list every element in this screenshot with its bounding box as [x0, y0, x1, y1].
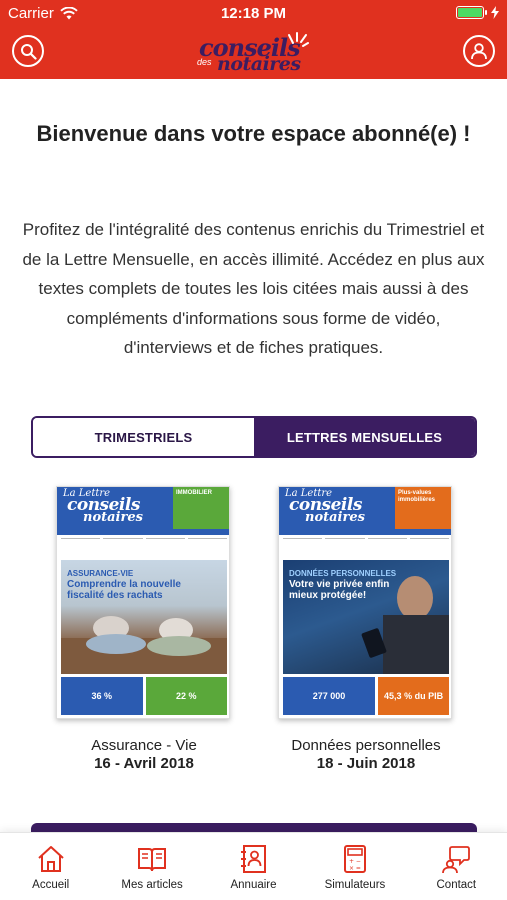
magazine-title: Assurance - Vie	[91, 737, 197, 754]
search-icon	[20, 43, 37, 60]
charging-icon	[491, 6, 499, 19]
battery-icon	[456, 6, 484, 19]
cover-masthead: La Lettre conseils notaires	[57, 487, 175, 529]
svg-text:× =: × =	[349, 865, 361, 872]
cover-photo: ASSURANCE-VIE Comprendre la nouvelle fis…	[61, 560, 227, 674]
chat-icon	[442, 846, 471, 874]
magazine-date: 16 - Avril 2018	[94, 755, 194, 772]
magazine-cover[interactable]: La Lettre conseils notaires IMMOBILIER A…	[56, 486, 230, 719]
search-button[interactable]	[12, 35, 44, 67]
tab-contact[interactable]: Contact	[406, 833, 507, 900]
tab-accueil[interactable]: Accueil	[0, 833, 101, 900]
logo-text-notaires: notaires	[217, 53, 301, 75]
cover-masthead: La Lettre conseils notaires	[279, 487, 397, 529]
magazine-title: Données personnelles	[291, 737, 441, 754]
magazine-cover[interactable]: La Lettre conseils notaires Plus-values …	[278, 486, 452, 719]
app-logo[interactable]: conseils des notaires	[195, 31, 315, 75]
tab-trimestriels[interactable]: TRIMESTRIELS	[33, 418, 254, 456]
tab-lettres-mensuelles[interactable]: LETTRES MENSUELLES	[254, 418, 475, 456]
book-icon	[138, 848, 167, 872]
app-header: Carrier 12:18 PM conseils des notaires	[0, 0, 507, 79]
tab-mes-articles[interactable]: Mes articles	[101, 833, 202, 900]
cover-photo: DONNÉES PERSONNELLES Votre vie privée en…	[283, 560, 449, 674]
cover-badge: Plus-values immobilières	[395, 487, 451, 529]
cover-badge: IMMOBILIER	[173, 487, 229, 529]
magazine-date: 18 - Juin 2018	[316, 755, 416, 772]
welcome-title: Bienvenue dans votre espace abonné(e) !	[36, 121, 471, 146]
calculator-icon: + − × =	[343, 845, 366, 873]
tab-annuaire[interactable]: Annuaire	[203, 833, 304, 900]
logo-text-des: des	[197, 57, 212, 67]
status-bar: Carrier 12:18 PM	[0, 0, 507, 26]
directory-icon	[240, 845, 266, 873]
user-icon	[471, 43, 487, 60]
home-icon	[38, 846, 64, 872]
magazine-card[interactable]: La Lettre conseils notaires IMMOBILIER A…	[56, 486, 232, 772]
status-time: 12:18 PM	[220, 5, 287, 22]
bottom-tab-bar: Accueil Mes articles Annuaire + − × = Si…	[0, 832, 507, 900]
tab-simulateurs[interactable]: + − × = Simulateurs	[304, 833, 405, 900]
intro-text: Profitez de l'intégralité des contenus e…	[22, 220, 485, 357]
profile-button[interactable]	[463, 35, 495, 67]
publication-type-tabs: TRIMESTRIELS LETTRES MENSUELLES	[31, 416, 477, 458]
logo-burst-icon	[288, 32, 309, 47]
magazine-card[interactable]: La Lettre conseils notaires Plus-values …	[278, 486, 454, 772]
battery-indicator	[456, 6, 499, 19]
svg-text:+ −: + −	[349, 858, 361, 865]
